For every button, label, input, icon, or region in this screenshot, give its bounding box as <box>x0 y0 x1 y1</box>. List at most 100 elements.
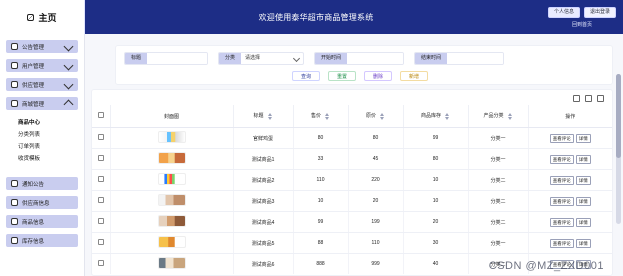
brand[interactable]: 主页 <box>0 0 85 34</box>
cover-cell <box>110 211 234 233</box>
details-button[interactable]: 详情 <box>575 217 591 227</box>
details-button[interactable]: 详情 <box>575 238 591 248</box>
row-checkbox[interactable] <box>97 218 104 224</box>
submenu-item-goods-center[interactable]: 商品中心 <box>6 117 78 129</box>
submenu-item-shipping-template[interactable]: 收货模板 <box>6 153 78 165</box>
details-button[interactable]: 详情 <box>575 133 591 143</box>
view-comments-button[interactable]: 查看评论 <box>549 196 574 206</box>
print-icon[interactable] <box>585 95 592 102</box>
table-row: 测试商品1 33 45 80 分类一 查看评论 详情 <box>92 148 612 170</box>
view-comments-button[interactable]: 查看评论 <box>549 175 574 185</box>
header-title[interactable]: 标题 <box>233 105 294 128</box>
reset-button[interactable]: 重置 <box>328 71 357 81</box>
table-row: 测试商品3 10 20 10 分类二 查看评论 详情 <box>92 190 612 212</box>
header-label: 封面图 <box>163 113 179 120</box>
profile-button[interactable]: 个人信息 <box>547 6 580 18</box>
title-cell: 测试商品5 <box>233 232 294 254</box>
sidebar-item-notice[interactable]: 通知公告 <box>6 177 78 190</box>
original-price-cell: 999 <box>348 253 404 274</box>
submenu-item-category-list[interactable]: 分类列表 <box>6 129 78 141</box>
row-select-cell <box>92 190 111 212</box>
submenu-item-order-list[interactable]: 订单列表 <box>6 141 78 153</box>
header-stock[interactable]: 商品库存 <box>403 105 469 128</box>
app-root: 主页 欢迎使用泰华超市商品管理系统 个人信息 退出登录 回到首页 公告管理 用户… <box>0 0 623 276</box>
price-cell: 888 <box>293 253 349 274</box>
user-icon <box>11 62 18 69</box>
original-price-cell: 110 <box>348 232 404 254</box>
price-cell: 80 <box>293 127 349 149</box>
start-date-input[interactable] <box>347 53 404 64</box>
logout-button[interactable]: 退出登录 <box>584 6 617 18</box>
export-icon[interactable] <box>597 95 604 102</box>
sidebar-item-label: 公告管理 <box>22 44 45 51</box>
row-checkbox[interactable] <box>97 176 104 182</box>
view-comments-button[interactable]: 查看评论 <box>549 238 574 248</box>
delete-button[interactable]: 删除 <box>364 71 393 81</box>
header-original-price[interactable]: 原价 <box>348 105 404 128</box>
filter-row: 标题 分类 请选择 开始时间 结束时间 <box>124 52 505 65</box>
row-checkbox[interactable] <box>97 134 104 140</box>
view-comments-button[interactable]: 查看评论 <box>549 217 574 227</box>
row-checkbox[interactable] <box>97 155 104 161</box>
price-cell: 33 <box>293 148 349 170</box>
sidebar-item-users[interactable]: 用户管理 <box>6 59 78 72</box>
title-filter-input[interactable] <box>147 53 208 64</box>
category-cell: 分类一 <box>468 127 529 149</box>
header-label: 操作 <box>565 113 576 120</box>
row-checkbox[interactable] <box>97 239 104 245</box>
row-select-cell <box>92 127 111 149</box>
details-button[interactable]: 详情 <box>575 175 591 185</box>
vertical-scrollbar[interactable] <box>616 74 621 224</box>
sidebar-item-mall[interactable]: 商城管理 <box>6 97 78 110</box>
row-checkbox[interactable] <box>97 197 104 203</box>
table-header-row: 封面图 标题 售价 原价 商品库存 产品分类 操作 <box>92 105 612 128</box>
category-filter-label: 分类 <box>219 53 242 64</box>
title-filter-label: 标题 <box>125 53 148 64</box>
details-button[interactable]: 详情 <box>575 196 591 206</box>
price-cell: 110 <box>293 169 349 191</box>
header-category[interactable]: 产品分类 <box>468 105 529 128</box>
brand-label: 主页 <box>38 12 57 23</box>
notice-icon <box>11 43 18 50</box>
title-cell: 官鲜鸡蛋 <box>233 127 294 149</box>
end-date-input[interactable] <box>447 53 504 64</box>
stock-cell: 10 <box>403 169 469 191</box>
product-thumbnail <box>157 131 186 143</box>
header-price[interactable]: 售价 <box>293 105 349 128</box>
sidebar-item-vendors[interactable]: 供应商信息 <box>6 196 78 209</box>
add-button[interactable]: 新增 <box>400 71 429 81</box>
sort-icon <box>267 112 273 120</box>
row-select-cell <box>92 253 111 274</box>
cover-cell <box>110 232 234 254</box>
sidebar-item-goods[interactable]: 商品信息 <box>6 215 78 228</box>
start-date-filter: 开始时间 <box>314 52 405 65</box>
view-comments-button[interactable]: 查看评论 <box>549 154 574 164</box>
details-button[interactable]: 详情 <box>575 154 591 164</box>
sidebar-item-announcements[interactable]: 公告管理 <box>6 40 78 53</box>
category-select[interactable]: 请选择 <box>241 53 303 64</box>
header-label: 原价 <box>365 113 376 120</box>
goods-table-panel: 封面图 标题 售价 原价 商品库存 产品分类 操作 官鲜鸡蛋 80 80 99 … <box>91 89 613 276</box>
stock-cell: 20 <box>403 211 469 233</box>
price-cell: 99 <box>293 211 349 233</box>
actions-cell: 查看评论 详情 <box>528 148 612 170</box>
actions-cell: 查看评论 详情 <box>528 127 612 149</box>
system-title: 欢迎使用泰华超市商品管理系统 <box>258 12 374 22</box>
table-row: 官鲜鸡蛋 80 80 99 分类一 查看评论 详情 <box>92 127 612 149</box>
original-price-cell: 199 <box>348 211 404 233</box>
row-actions: 查看评论 详情 <box>549 238 591 248</box>
header-label: 标题 <box>253 113 264 120</box>
scrollbar-thumb[interactable] <box>616 74 621 158</box>
sidebar-item-supply[interactable]: 供应管理 <box>6 78 78 91</box>
grid-icon[interactable] <box>573 95 580 102</box>
row-select-cell <box>92 232 111 254</box>
view-comments-button[interactable]: 查看评论 <box>549 133 574 143</box>
back-home-link[interactable]: 回到首页 <box>572 21 592 28</box>
select-all-checkbox[interactable] <box>97 112 104 118</box>
search-button[interactable]: 查询 <box>292 71 321 81</box>
row-checkbox[interactable] <box>97 260 104 266</box>
row-actions: 查看评论 详情 <box>549 175 591 185</box>
sidebar: 公告管理 用户管理 供应管理 商城管理 商品中心 分类列表 订单列表 收货模板 <box>0 34 85 276</box>
row-actions: 查看评论 详情 <box>549 154 591 164</box>
sidebar-item-stock[interactable]: 库存信息 <box>6 234 78 247</box>
